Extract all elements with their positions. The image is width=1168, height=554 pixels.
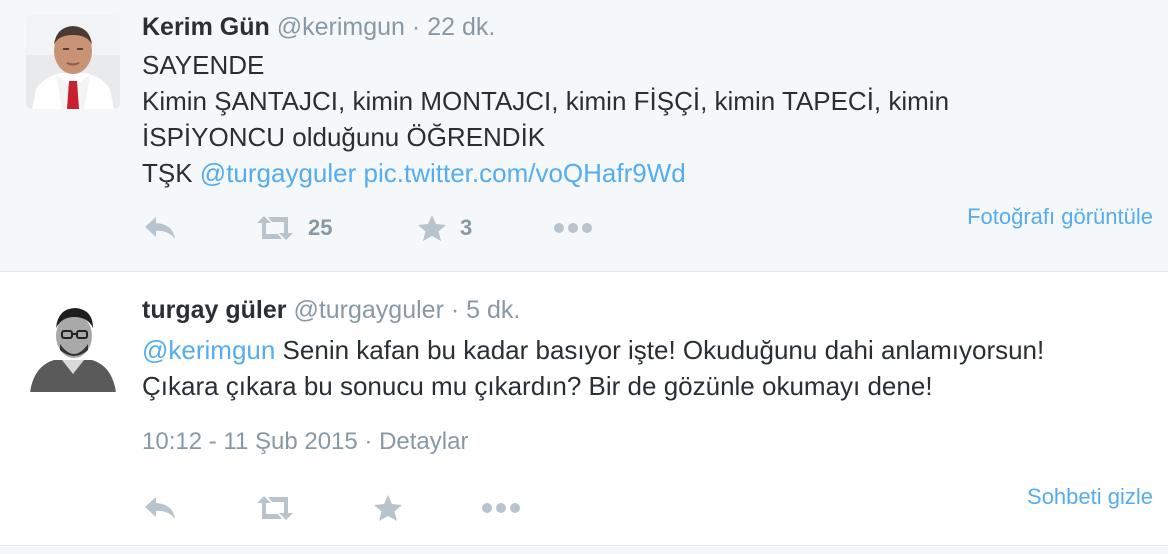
tweet-line: Çıkara çıkara bu sonucu mu çıkardın? Bir…: [142, 371, 933, 401]
tweet-header: turgay güler @turgayguler · 5 dk.: [142, 295, 520, 325]
tweet-meta: 10:12 - 11 Şub 2015 · Detaylar: [142, 428, 468, 456]
tweet-time[interactable]: 5 dk.: [466, 296, 520, 324]
tweet-line: SAYENDE: [142, 50, 265, 80]
timeline: Kerim Gün @kerimgun · 22 dk. SAYENDE Kim…: [0, 0, 1168, 554]
author-name[interactable]: Kerim Gün: [142, 13, 270, 41]
tweet-time[interactable]: 22 dk.: [427, 13, 495, 41]
star-icon: [372, 493, 404, 523]
reply-button[interactable]: [142, 490, 178, 526]
tweet-text: SAYENDE Kimin ŞANTAJCI, kimin MONTAJCI, …: [142, 47, 949, 191]
more-button[interactable]: [552, 210, 594, 246]
tweet-text: @kerimgun Senin kafan bu kadar basıyor i…: [142, 332, 1044, 404]
retweet-icon: [254, 213, 296, 243]
retweet-count: 25: [308, 215, 333, 240]
more-icon: [552, 218, 594, 238]
hide-conversation-link[interactable]: Sohbeti gizle: [1027, 484, 1153, 510]
avatar[interactable]: [26, 298, 120, 392]
tweet-header: Kerim Gün @kerimgun · 22 dk.: [142, 12, 495, 42]
timestamp[interactable]: 10:12 - 11 Şub 2015: [142, 428, 358, 455]
media-link[interactable]: pic.twitter.com/voQHafr9Wd: [364, 158, 686, 188]
view-photo-link[interactable]: Fotoğrafı görüntüle: [967, 204, 1153, 230]
separator-dot: ·: [450, 296, 460, 324]
author-handle[interactable]: @turgayguler: [293, 296, 443, 324]
favorite-button[interactable]: 3: [416, 210, 472, 246]
tweet-line-text: Senin kafan bu kadar basıyor işte! Okudu…: [275, 335, 1045, 365]
mention-link[interactable]: @kerimgun: [142, 335, 275, 365]
mention-link[interactable]: @turgayguler: [200, 158, 356, 188]
tweet-kerimgun[interactable]: Kerim Gün @kerimgun · 22 dk. SAYENDE Kim…: [0, 0, 1168, 272]
avatar[interactable]: [26, 15, 120, 109]
favorite-button[interactable]: [372, 490, 404, 526]
tweet-line: TŞK @turgayguler pic.twitter.com/voQHafr…: [142, 155, 949, 191]
tweet-line: İSPİYONCU olduğunu ÖĞRENDİK: [142, 122, 546, 152]
author-handle[interactable]: @kerimgun: [277, 13, 405, 41]
tweet-line: Kimin ŞANTAJCI, kimin MONTAJCI, kimin Fİ…: [142, 86, 950, 116]
tweet-turgayguler[interactable]: turgay güler @turgayguler · 5 dk. @kerim…: [0, 273, 1168, 546]
separator-dot: ·: [357, 428, 380, 455]
tweet-line-prefix: TŞK: [142, 158, 200, 188]
tweet-actions: [142, 490, 1142, 526]
author-name[interactable]: turgay güler: [142, 296, 286, 324]
details-link[interactable]: Detaylar: [379, 428, 468, 455]
separator-dot: ·: [411, 13, 421, 41]
next-tweet-edge: [0, 547, 1168, 554]
favorite-count: 3: [460, 215, 473, 240]
more-button[interactable]: [480, 490, 522, 526]
reply-icon: [142, 213, 178, 243]
reply-button[interactable]: [142, 210, 178, 246]
reply-icon: [142, 493, 178, 523]
more-icon: [480, 498, 522, 518]
star-icon: [416, 213, 448, 243]
tweet-line: @kerimgun Senin kafan bu kadar basıyor i…: [142, 332, 1044, 368]
retweet-button[interactable]: 25: [254, 210, 332, 246]
retweet-button[interactable]: [254, 490, 296, 526]
retweet-icon: [254, 493, 296, 523]
